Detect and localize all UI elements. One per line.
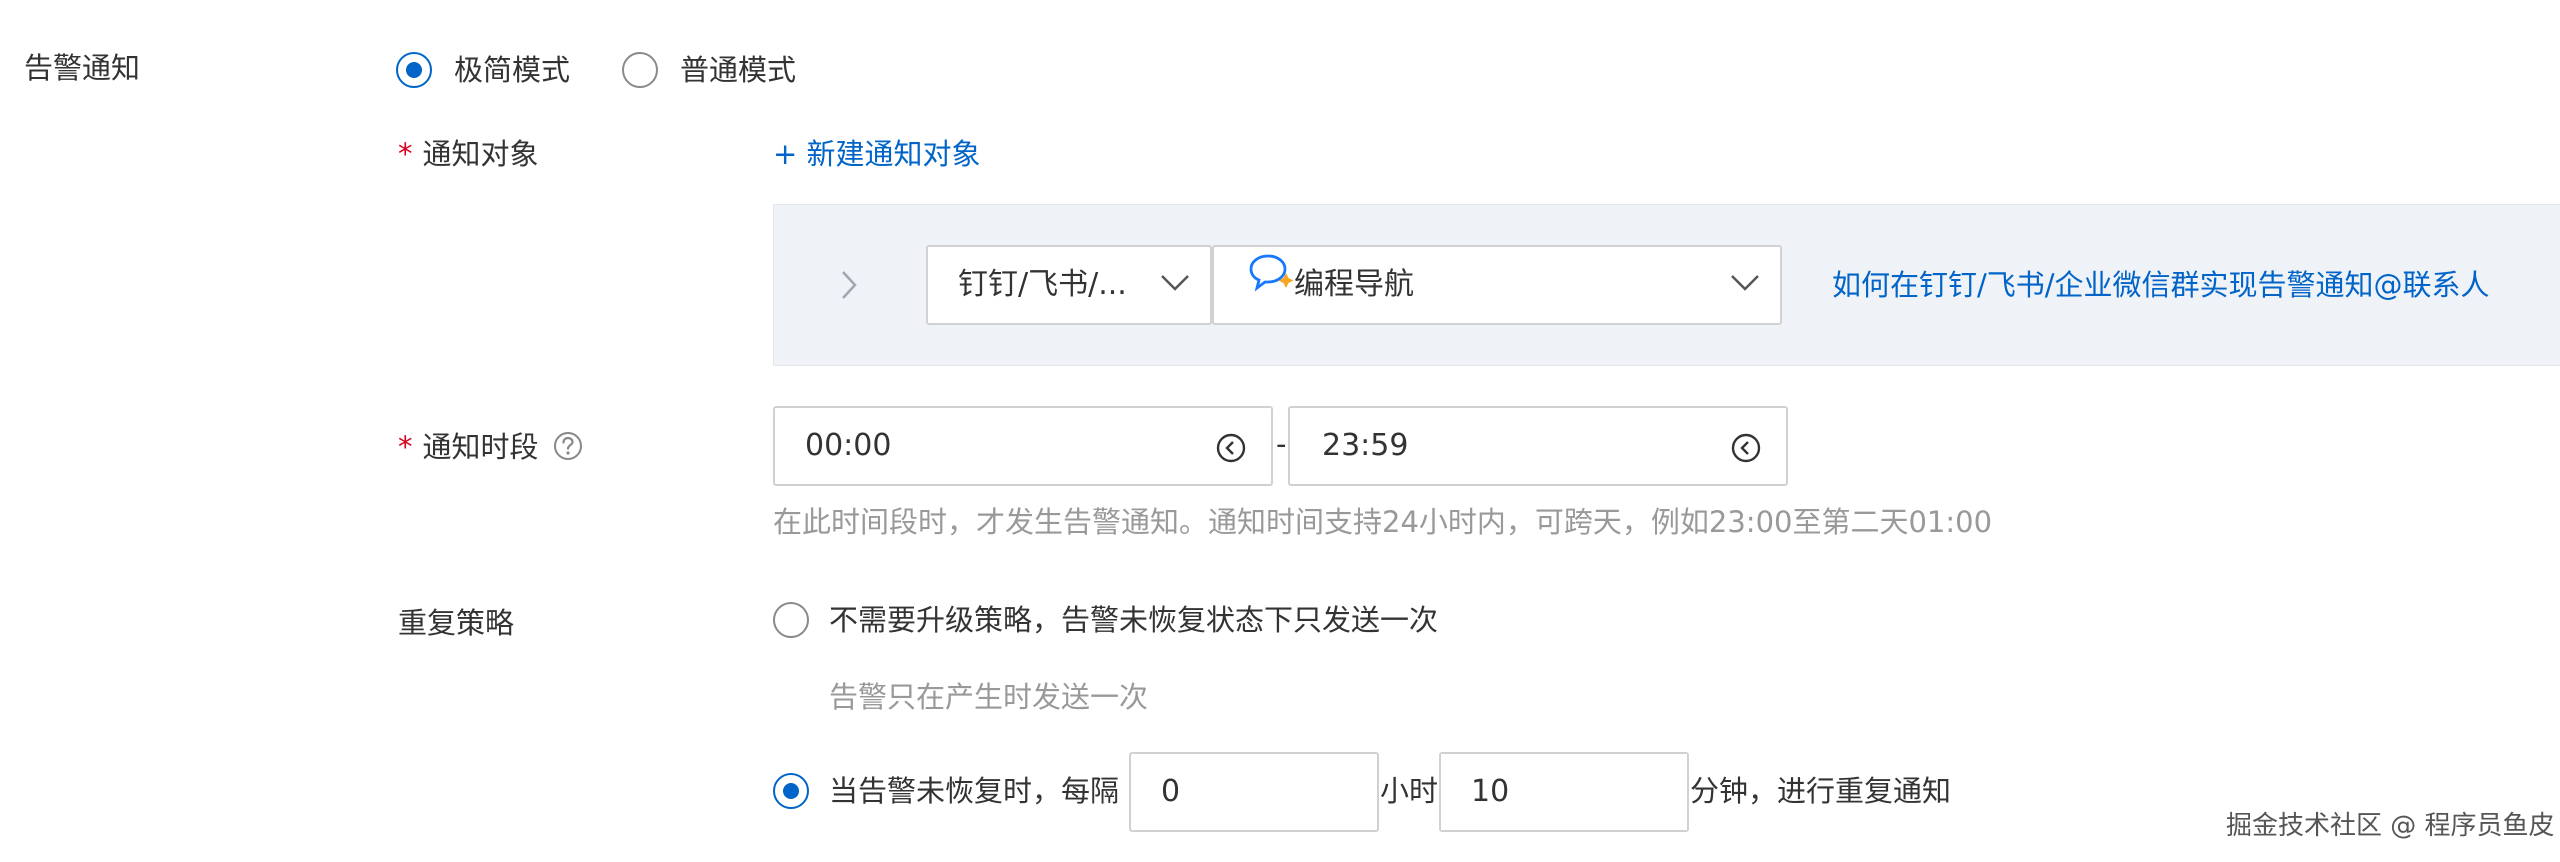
- mode-option-normal[interactable]: 普通模式: [622, 50, 842, 90]
- chat-bubble-icon: [1248, 253, 1294, 295]
- help-link[interactable]: 如何在钉钉/飞书/企业微信群实现告警通知@联系人: [1832, 265, 2490, 305]
- required-mark: *: [398, 137, 413, 171]
- repeat-option-once-desc: 告警只在产生时发送一次: [829, 680, 1149, 714]
- repeat-minutes-input[interactable]: 10: [1439, 752, 1689, 832]
- notify-target-label: * 通知对象: [398, 134, 539, 174]
- group-select[interactable]: 编程导航: [1212, 245, 1782, 325]
- end-time-value: 23:59: [1322, 428, 1409, 463]
- notify-target-label-text: 通知对象: [422, 137, 539, 171]
- repeat-option-once-label: 不需要升级策略，告警未恢复状态下只发送一次: [829, 603, 1439, 637]
- repeat-option-repeat[interactable]: 当告警未恢复时，每隔: [773, 771, 1133, 811]
- help-question-icon[interactable]: [553, 431, 583, 461]
- repeat-hours-input[interactable]: 0: [1129, 752, 1379, 832]
- radio-normal[interactable]: [622, 52, 658, 88]
- radio-repeat-interval[interactable]: [773, 773, 809, 809]
- clock-icon: [1215, 432, 1247, 464]
- repeat-label: 重复策略: [398, 606, 515, 640]
- chevron-down-icon: [1730, 273, 1760, 293]
- start-time-input[interactable]: 00:00: [773, 406, 1273, 486]
- new-notify-target-link[interactable]: + 新建通知对象: [773, 134, 981, 174]
- mode-option-label: 普通模式: [680, 53, 797, 87]
- notify-time-hint: 在此时间段时，才发生告警通知。通知时间支持24小时内，可跨天，例如23:00至第…: [773, 505, 1993, 539]
- notify-time-label-text: 通知时段: [422, 430, 539, 464]
- watermark: 掘金技术社区 @ 程序员鱼皮: [2226, 811, 2555, 841]
- section-title: 告警通知: [24, 51, 141, 85]
- mode-option-label: 极简模式: [454, 53, 571, 87]
- hours-unit: 小时: [1380, 774, 1439, 808]
- channel-select[interactable]: 钉钉/飞书/...: [926, 245, 1212, 325]
- repeat-minutes-value: 10: [1471, 774, 1510, 809]
- repeat-option-prefix: 当告警未恢复时，每隔: [829, 774, 1120, 808]
- chevron-down-icon: [1160, 273, 1190, 293]
- expand-chevron-icon[interactable]: [839, 268, 859, 302]
- time-separator: -: [1276, 427, 1287, 461]
- start-time-value: 00:00: [805, 428, 892, 463]
- repeat-option-once[interactable]: 不需要升级策略，告警未恢复状态下只发送一次: [773, 600, 1493, 640]
- mode-option-simple[interactable]: 极简模式: [396, 50, 616, 90]
- repeat-hours-value: 0: [1161, 774, 1181, 809]
- notify-time-label: * 通知时段: [398, 427, 539, 467]
- radio-repeat-once[interactable]: [773, 602, 809, 638]
- required-mark: *: [398, 430, 413, 464]
- clock-icon: [1730, 432, 1762, 464]
- group-select-value: 编程导航: [1294, 267, 1414, 302]
- end-time-input[interactable]: 23:59: [1288, 406, 1788, 486]
- repeat-suffix: 分钟，进行重复通知: [1690, 774, 1952, 808]
- channel-select-value: 钉钉/飞书/...: [958, 267, 1127, 302]
- radio-simple[interactable]: [396, 52, 432, 88]
